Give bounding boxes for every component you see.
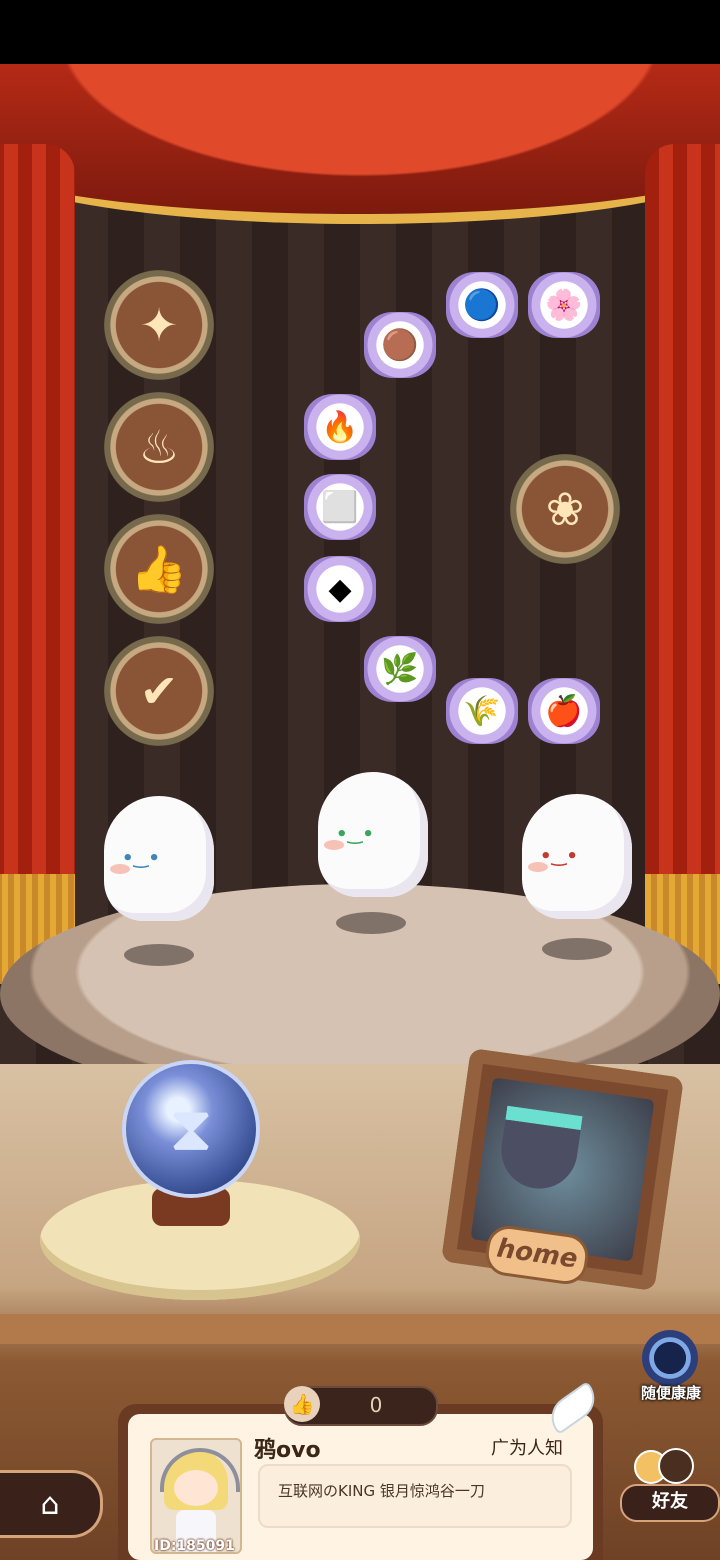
- like-count: 0: [369, 1393, 383, 1417]
- fame-title: 广为人知: [491, 1438, 563, 1459]
- white-crystal-icon[interactable]: ⬜: [304, 474, 376, 540]
- hourglass-icon: ⧗: [169, 1092, 213, 1165]
- mirror-icon[interactable]: 🔵: [446, 272, 518, 338]
- thumbs-up-badge-icon[interactable]: 👍: [104, 514, 214, 624]
- ghost-shadow: [336, 912, 406, 934]
- curtain-left: [0, 144, 75, 984]
- ghost-blush: [110, 864, 130, 874]
- fire-ghost[interactable]: •‿•: [522, 794, 632, 919]
- ghost-shadow: [124, 944, 194, 966]
- curtain-right: [645, 144, 720, 984]
- curtain-top: [0, 64, 720, 224]
- ghost-blush: [528, 862, 548, 872]
- ghost-shadow: [542, 938, 612, 960]
- headset-icon: [160, 1448, 240, 1492]
- portal-icon: [642, 1330, 698, 1386]
- friends-button[interactable]: 好友: [620, 1438, 720, 1528]
- signature-text: 互联网のKING 银月惊鸿谷一刀: [278, 1482, 485, 1500]
- floor-trim: [0, 1314, 720, 1344]
- leaf-ghost[interactable]: •‿•: [318, 772, 428, 897]
- status-bar: [0, 0, 720, 64]
- random-visit-button[interactable]: 随便康康: [632, 1330, 710, 1410]
- home-button[interactable]: ⌂: [0, 1470, 103, 1538]
- coal-ore-icon[interactable]: 🔥: [304, 394, 376, 460]
- purple-flower-icon[interactable]: 🌸: [528, 272, 600, 338]
- flower-badge-icon[interactable]: ❀: [510, 454, 620, 564]
- water-ghost[interactable]: •‿•: [104, 796, 214, 921]
- stage-scene: ✦ ♨ 👍 ✔ ❀ 🟤 🔵 🌸 🔥 ⬜ ◆ 🌿 🌾 🍎 •‿• •‿• •‿•: [0, 64, 720, 1560]
- friend-head-2: [658, 1448, 694, 1484]
- red-fruit-icon[interactable]: 🍎: [528, 678, 600, 744]
- dark-stone-icon[interactable]: ◆: [304, 556, 376, 622]
- cauldron-badge-icon[interactable]: ♨: [104, 392, 214, 502]
- friends-icon: [634, 1442, 698, 1484]
- player-id: ID:185091: [154, 1538, 235, 1554]
- profile-card: ID:185091 鸦ovo 广为人知 互联网のKING 银月惊鸿谷一刀: [118, 1383, 603, 1560]
- signature-box[interactable]: 互联网のKING 银月惊鸿谷一刀: [258, 1464, 572, 1528]
- fairy-badge-icon[interactable]: ✦: [104, 270, 214, 380]
- thumbs-up-icon: 👍: [284, 1386, 320, 1422]
- scroll-badge-icon[interactable]: ✔: [104, 636, 214, 746]
- wheat-icon[interactable]: 🌾: [446, 678, 518, 744]
- green-herb-icon[interactable]: 🌿: [364, 636, 436, 702]
- like-counter[interactable]: 👍 0: [284, 1386, 438, 1426]
- random-visit-label: 随便康康: [640, 1384, 701, 1402]
- profile-card-inner: ID:185091 鸦ovo 广为人知 互联网のKING 银月惊鸿谷一刀: [128, 1383, 601, 1560]
- dirt-pile-icon[interactable]: 🟤: [364, 312, 436, 378]
- ghost-blush: [324, 840, 344, 850]
- friends-label: 好友: [620, 1484, 720, 1522]
- house-icon: ⌂: [40, 1486, 60, 1522]
- player-name: 鸦ovo: [254, 1438, 321, 1463]
- avatar[interactable]: [150, 1438, 242, 1554]
- hourglass-crystal-ball-button[interactable]: ⧗: [126, 1064, 256, 1194]
